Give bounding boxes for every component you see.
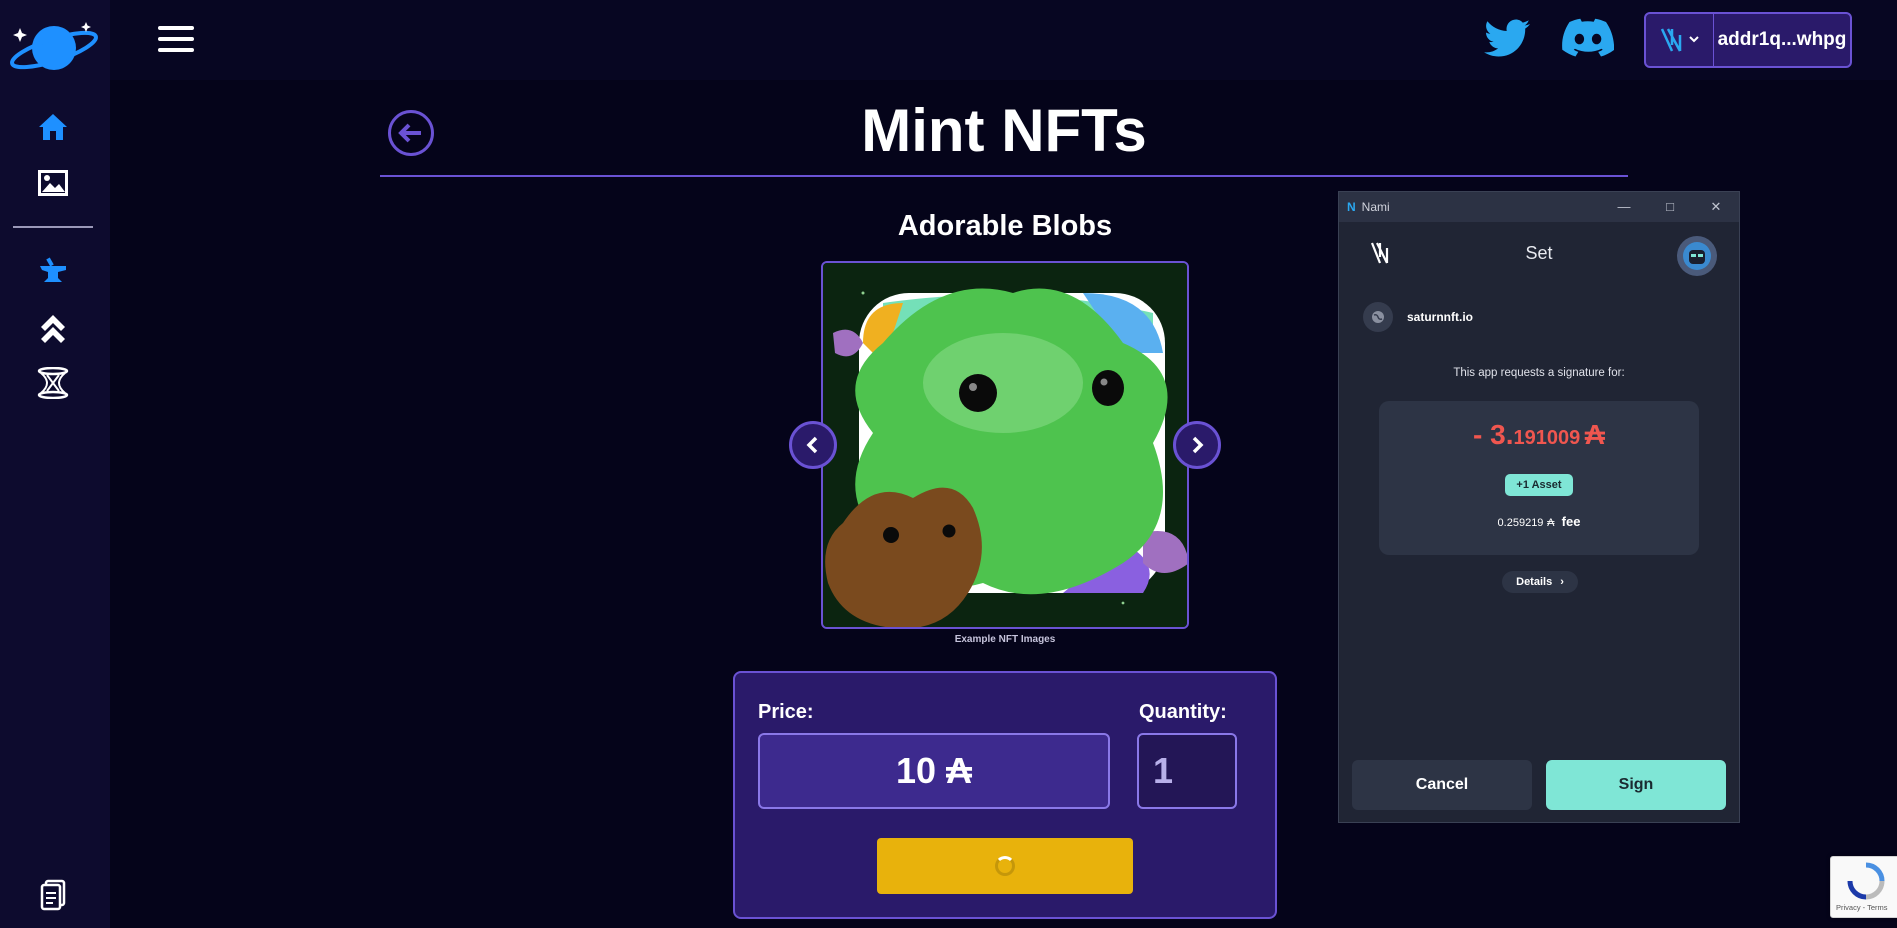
fee-label: fee <box>1561 514 1581 529</box>
recaptcha-icon <box>1847 862 1885 900</box>
signature-summary-card: - 3.191009 ₳ +1 Asset 0.259219 ₳ fee <box>1379 401 1699 555</box>
amount-whole: - 3. <box>1473 419 1514 450</box>
amount-display: - 3.191009 ₳ <box>1379 419 1699 451</box>
nami-logo-icon <box>1369 240 1395 271</box>
page-title: Mint NFTs <box>861 97 1147 164</box>
price-label: Price: <box>758 701 814 723</box>
mint-panel: Price: Quantity: 10 ₳ 1 <box>733 671 1277 919</box>
price-display: 10 ₳ <box>758 733 1110 809</box>
asset-badge[interactable]: +1 Asset <box>1505 474 1573 496</box>
request-text: This app requests a signature for: <box>1453 367 1625 379</box>
fee-display: 0.259219 ₳ fee <box>1379 514 1699 529</box>
minimize-icon[interactable]: — <box>1601 199 1647 215</box>
saturn-logo-icon[interactable] <box>8 18 100 74</box>
details-label: Details <box>1516 576 1553 588</box>
previous-image-button[interactable] <box>789 421 837 469</box>
ada-currency-icon: ₳ <box>1584 419 1605 450</box>
loading-spinner-icon <box>995 856 1015 876</box>
sidebar-divider <box>13 226 93 228</box>
nami-wallet-icon[interactable] <box>1646 14 1714 66</box>
nami-popup-window: N Nami — □ ✕ Set saturnnft.io This app r… <box>1338 191 1740 823</box>
recaptcha-badge[interactable]: Privacy - Terms <box>1830 856 1897 918</box>
site-origin: saturnnft.io <box>1363 302 1473 332</box>
details-button[interactable]: Details › <box>1502 571 1578 593</box>
globe-icon <box>1363 302 1393 332</box>
nft-image <box>821 261 1189 629</box>
site-name: saturnnft.io <box>1407 310 1473 324</box>
twitter-icon[interactable] <box>1484 18 1534 62</box>
menu-icon[interactable] <box>158 26 194 54</box>
sign-button[interactable]: Sign <box>1546 760 1726 810</box>
amount-decimals: 191009 <box>1513 427 1581 449</box>
sidebar <box>0 0 110 928</box>
chevrons-up-icon[interactable] <box>36 310 70 344</box>
document-icon[interactable] <box>36 878 70 912</box>
nami-header: Set <box>1339 222 1739 284</box>
fee-value: 0.259219 <box>1497 517 1544 529</box>
image-caption: Example NFT Images <box>954 634 1056 645</box>
image-icon[interactable] <box>36 166 70 200</box>
fee-currency-icon: ₳ <box>1547 517 1555 529</box>
next-image-button[interactable] <box>1173 421 1221 469</box>
quantity-input[interactable]: 1 <box>1137 733 1237 809</box>
top-bar <box>110 0 1897 80</box>
anvil-icon[interactable] <box>36 254 70 288</box>
maximize-icon[interactable]: □ <box>1647 199 1693 215</box>
wallet-address: addr1q...whpg <box>1717 29 1847 50</box>
discord-icon[interactable] <box>1562 18 1615 62</box>
collection-title: Adorable Blobs <box>897 210 1113 242</box>
quantity-label: Quantity: <box>1139 701 1227 723</box>
hourglass-icon[interactable] <box>36 366 70 400</box>
nami-titlebar: N Nami — □ ✕ <box>1339 192 1739 222</box>
nami-window-title: Nami <box>1361 200 1390 214</box>
mint-button[interactable] <box>877 838 1133 894</box>
chevron-right-icon: › <box>1560 576 1564 588</box>
wallet-button[interactable]: addr1q...whpg <box>1644 12 1852 68</box>
account-avatar[interactable] <box>1677 236 1717 276</box>
recaptcha-text: Privacy - Terms <box>1836 903 1888 912</box>
cancel-button[interactable]: Cancel <box>1352 760 1532 810</box>
title-divider <box>380 175 1628 177</box>
nami-titlebar-icon: N <box>1347 200 1356 214</box>
home-icon[interactable] <box>36 110 70 144</box>
close-icon[interactable]: ✕ <box>1693 199 1739 215</box>
